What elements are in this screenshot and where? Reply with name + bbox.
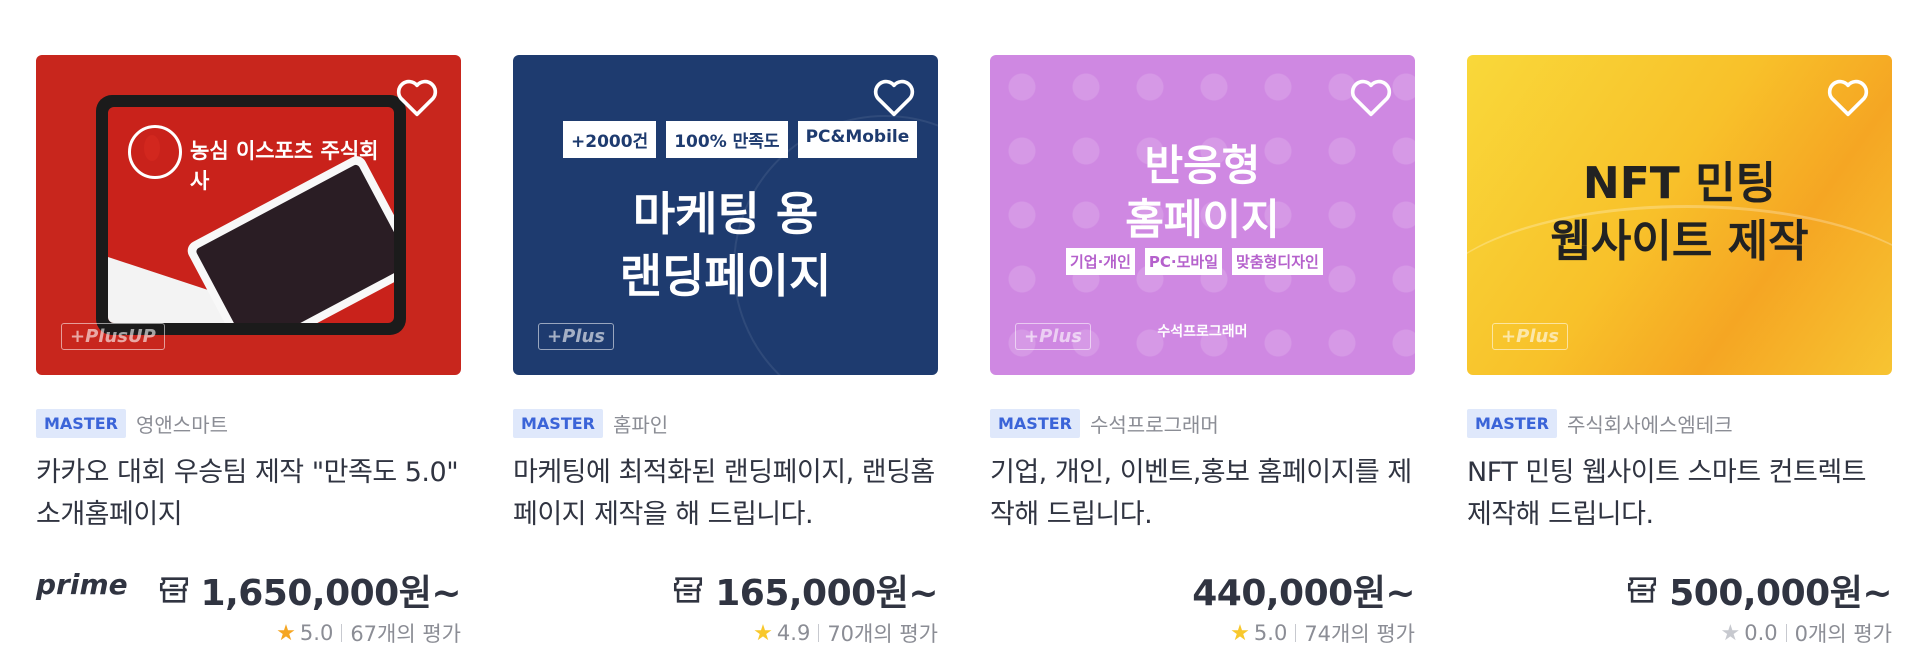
heart-icon[interactable] — [1349, 77, 1393, 117]
review-count: 0개의 평가 — [1794, 622, 1892, 646]
price: 440,000원~ — [1192, 573, 1415, 614]
coupon-icon — [674, 577, 703, 603]
gig-thumbnail[interactable]: 농심 이스포츠 주식회사 +PlusUP — [36, 55, 461, 375]
gig-thumbnail[interactable]: NFT 민팅 웹사이트 제작 +Plus — [1467, 55, 1892, 375]
gig-card[interactable]: 농심 이스포츠 주식회사 +PlusUP MASTER 영앤스마트 카카오 대회… — [36, 55, 462, 654]
heart-icon[interactable] — [395, 77, 439, 117]
review-count: 67개의 평가 — [350, 622, 461, 646]
rating-row: ★ 4.9 70개의 평가 — [753, 618, 938, 648]
gig-title-line: NFT 민팅 웹사이트 스마트 컨트렉트 — [1467, 457, 1867, 488]
plus-tag: +Plus — [1015, 323, 1091, 350]
seller-name[interactable]: 영앤스마트 — [136, 409, 228, 438]
heart-icon[interactable] — [1826, 77, 1870, 117]
seller-name[interactable]: 홈파인 — [613, 409, 668, 438]
plus-up-tag: +PlusUP — [61, 323, 165, 350]
rating-value: 5.0 — [299, 621, 334, 645]
gig-card[interactable]: +2000건 100% 만족도 PC&Mobile 마케팅 용 랜딩페이지 +P… — [513, 55, 938, 654]
thumbnail-headline: 마케팅 용 랜딩페이지 — [619, 187, 832, 303]
master-badge: MASTER — [36, 409, 126, 438]
gig-card[interactable]: NFT 민팅 웹사이트 제작 +Plus MASTER 주식회사에스엠테크 NF… — [1467, 55, 1892, 654]
coupon-icon — [1628, 577, 1657, 603]
gig-thumbnail[interactable]: +2000건 100% 만족도 PC&Mobile 마케팅 용 랜딩페이지 +P… — [513, 55, 938, 375]
thumbnail-pill: +2000건 — [563, 121, 657, 158]
plus-tag: +Plus — [1492, 323, 1568, 350]
rating-value: 4.9 — [776, 621, 811, 645]
thumbnail-tag: PC·모바일 — [1144, 248, 1223, 275]
gig-title[interactable]: NFT 민팅 웹사이트 스마트 컨트렉트 제작해 드립니다. — [1467, 452, 1892, 536]
rating-value: 0.0 — [1744, 621, 1778, 645]
gig-title-line: 제작해 드립니다. — [1467, 499, 1654, 530]
price: 1,650,000원~ — [200, 573, 462, 614]
gig-title-line: 작해 드립니다. — [990, 499, 1153, 530]
gig-title[interactable]: 마케팅에 최적화된 랜딩페이지, 랜딩홈 페이지 제작을 해 드립니다. — [513, 452, 938, 536]
gig-thumbnail[interactable]: 반응형 홈페이지 기업·개인 PC·모바일 맞춤형디자인 수석프로그래머 +Pl… — [990, 55, 1415, 375]
thumbnail-pill: 100% 만족도 — [666, 121, 788, 158]
star-icon: ★ — [276, 620, 296, 646]
thumbnail-headline: NFT 민팅 웹사이트 제작 — [1550, 158, 1809, 267]
gig-title-line: 페이지 제작을 해 드립니다. — [513, 499, 814, 530]
gig-title[interactable]: 카카오 대회 우승팀 제작 "만족도 5.0" 소개홈페이지 — [36, 452, 461, 536]
seller-name[interactable]: 주식회사에스엠테크 — [1567, 409, 1733, 438]
gig-card[interactable]: 반응형 홈페이지 기업·개인 PC·모바일 맞춤형디자인 수석프로그래머 +Pl… — [990, 55, 1415, 654]
prime-label: prime — [36, 568, 128, 601]
master-badge: MASTER — [990, 409, 1080, 438]
thumbnail-pill: PC&Mobile — [797, 121, 918, 158]
rating-row: ★ 0.0 0개의 평가 — [1721, 618, 1892, 648]
rating-row: ★ 5.0 74개의 평가 — [1230, 618, 1415, 648]
thumbnail-headline: 반응형 홈페이지 — [1125, 141, 1280, 244]
price: 165,000원~ — [715, 573, 938, 614]
review-count: 74개의 평가 — [1304, 622, 1415, 646]
gig-title-line: 마케팅에 최적화된 랜딩페이지, 랜딩홈 — [513, 457, 935, 488]
seller-name[interactable]: 수석프로그래머 — [1090, 409, 1219, 438]
company-logo — [128, 125, 182, 179]
gig-card-grid: 농심 이스포츠 주식회사 +PlusUP MASTER 영앤스마트 카카오 대회… — [36, 55, 1892, 654]
rating-row: ★ 5.0 67개의 평가 — [276, 618, 461, 648]
coupon-icon — [159, 577, 188, 603]
master-badge: MASTER — [1467, 409, 1557, 438]
star-icon: ★ — [753, 620, 773, 646]
review-count: 70개의 평가 — [827, 622, 938, 646]
heart-icon[interactable] — [872, 77, 916, 117]
thumbnail-tag: 기업·개인 — [1066, 248, 1135, 275]
gig-title-line: 소개홈페이지 — [36, 499, 183, 530]
star-icon: ★ — [1720, 620, 1741, 646]
master-badge: MASTER — [513, 409, 603, 438]
thumbnail-tag: 맞춤형디자인 — [1232, 248, 1323, 275]
plus-tag: +Plus — [538, 323, 614, 350]
star-icon: ★ — [1230, 620, 1250, 646]
price: 500,000원~ — [1669, 573, 1892, 614]
gig-title-line: 기업, 개인, 이벤트,홍보 홈페이지를 제 — [990, 457, 1412, 488]
tablet-illustration: 농심 이스포츠 주식회사 — [96, 95, 406, 335]
gig-title-line: 카카오 대회 우승팀 제작 "만족도 5.0" — [36, 457, 459, 488]
gig-title[interactable]: 기업, 개인, 이벤트,홍보 홈페이지를 제 작해 드립니다. — [990, 452, 1415, 536]
rating-value: 5.0 — [1253, 621, 1288, 645]
